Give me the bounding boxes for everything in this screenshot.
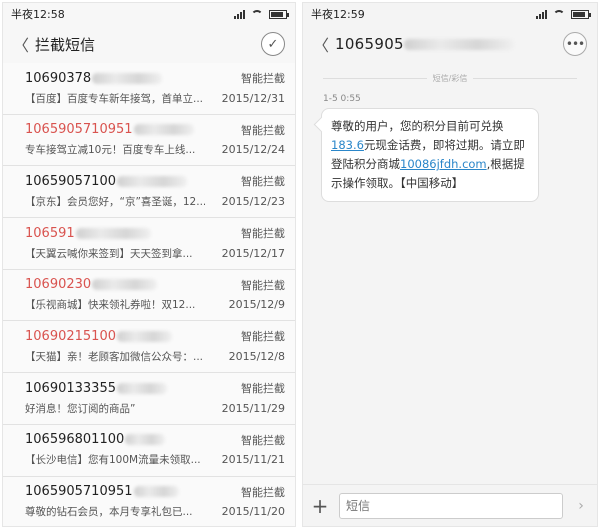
message-text-1: 尊敬的用户，您的积分目前可兑换 <box>331 119 504 133</box>
list-item[interactable]: 1065905710951 智能拦截专车接驾立减10元！百度专车上线... 2015… <box>3 114 295 167</box>
sender-number-text: 106596801100 <box>25 432 125 448</box>
sender-number: 10659057100 <box>25 174 187 189</box>
redacted-number <box>116 382 167 394</box>
message-preview: 【天猫】亲！老顾客加微信公众号：... <box>25 350 204 363</box>
signal-icon <box>536 9 547 19</box>
status-icons <box>536 9 591 19</box>
check-icon[interactable]: ✓ <box>261 32 285 56</box>
list-item[interactable]: 1065905710951 智能拦截尊敬的钻石会员，本月专享礼包已... 2015/… <box>3 476 295 526</box>
battery-icon <box>269 9 289 19</box>
message-date: 2015/12/17 <box>221 246 285 260</box>
sender-number: 106596801100 <box>25 432 166 448</box>
block-tag: 智能拦截 <box>241 278 285 292</box>
block-tag: 智能拦截 <box>241 330 285 344</box>
list-item[interactable]: 106591 智能拦截【天翼云喊你来签到】天天签到拿... 2015/12/17 <box>3 218 295 270</box>
battery-icon <box>571 9 591 19</box>
sender-number: 10690133355 <box>25 381 167 396</box>
conversation-title: 1065905 <box>335 35 563 53</box>
block-tag: 智能拦截 <box>241 485 285 499</box>
sms-mms-divider: 短信/彩信 <box>317 73 583 84</box>
block-tag: 智能拦截 <box>241 433 285 447</box>
status-time: 半夜12:59 <box>311 8 365 21</box>
list-item[interactable]: 10690378 智能拦截【百度】百度专车新年接驾，首单立... 2015/12/3… <box>3 63 295 115</box>
status-bar: 半夜12:59 <box>303 3 597 25</box>
back-arrow-icon[interactable]: 〈 <box>313 32 331 56</box>
sender-number-text: 106591 <box>25 225 75 241</box>
message-preview: 好消息！您订阅的商品” <box>25 402 136 415</box>
wifi-icon <box>553 9 565 19</box>
message-date: 2015/12/9 <box>228 298 285 312</box>
message-date: 2015/11/21 <box>221 453 285 467</box>
conversation-screen: 半夜12:59 〈 1065905 ••• 短信/彩信 1-5 0:55 尊敬的… <box>302 2 598 527</box>
list-item[interactable]: 10690230 智能拦截【乐视商城】快来领礼券啦！双12... 2015/12/9 <box>3 269 295 322</box>
sender-number: 1065905710951 <box>25 122 194 137</box>
wifi-icon <box>251 9 263 19</box>
message-preview: 尊敬的钻石会员，本月专享礼包已... <box>25 506 193 518</box>
amount-link[interactable]: 183.6 <box>331 138 364 152</box>
page-title: 拦截短信 <box>35 35 96 54</box>
sender-number-text: 10690133355 <box>25 380 116 396</box>
status-icons <box>234 9 289 19</box>
back-arrow-icon[interactable]: 〈 <box>13 32 31 56</box>
sender-number: 1065905 <box>335 35 404 53</box>
sender-number-text: 10690230 <box>25 277 92 293</box>
title-bar: 〈 1065905 ••• <box>303 25 597 63</box>
sender-number: 10690230 <box>25 277 158 293</box>
list-item[interactable]: 10659057100 智能拦截【京东】会员您好，“京”喜圣诞，12... 2015… <box>3 166 295 219</box>
message-preview: 【百度】百度专车新年接驾，首单立... <box>25 92 204 105</box>
block-tag: 智能拦截 <box>241 227 285 241</box>
redacted-number <box>133 124 194 136</box>
title-bar: 〈 拦截短信 ✓ <box>3 25 295 63</box>
sms-input[interactable] <box>339 492 563 519</box>
redacted-number <box>116 330 172 342</box>
message-date: 2015/12/23 <box>221 194 285 208</box>
message-preview: 【天翼云喊你来签到】天天签到拿... <box>25 247 193 260</box>
message-date: 2015/12/8 <box>228 349 285 363</box>
message-date: 2015/11/20 <box>221 505 285 518</box>
composer-bar: + › <box>303 484 597 526</box>
block-tag: 智能拦截 <box>241 175 285 189</box>
message-time: 1-5 0:55 <box>323 94 361 104</box>
list-item[interactable]: 10690133355 智能拦截好消息！您订阅的商品” 2015/11/29 <box>3 373 295 425</box>
redacted-number <box>116 175 187 187</box>
message-preview: 专车接驾立减10元！百度专车上线... <box>25 144 196 157</box>
sender-number-text: 10659057100 <box>25 173 116 189</box>
sender-number: 1065905710951 <box>25 484 179 499</box>
message-date: 2015/11/29 <box>221 401 285 415</box>
redacted-number <box>92 279 158 291</box>
message-date: 2015/12/24 <box>221 143 285 157</box>
sender-number-text: 10690215100 <box>25 328 116 344</box>
send-icon[interactable]: › <box>573 498 589 514</box>
sender-number: 106591 <box>25 226 151 241</box>
list-item[interactable]: 106596801100 智能拦截【长沙电信】您有100M流量未领取... 2015… <box>3 424 295 477</box>
message-preview: 【京东】会员您好，“京”喜圣诞，12... <box>25 195 205 208</box>
redacted-number <box>125 434 166 446</box>
sender-number: 10690378 <box>25 70 163 86</box>
status-time: 半夜12:58 <box>11 8 65 21</box>
redacted-number <box>133 486 179 497</box>
redacted-number <box>75 227 151 239</box>
redacted-number <box>92 72 163 84</box>
status-bar: 半夜12:58 <box>3 3 295 25</box>
block-tag: 智能拦截 <box>241 123 285 137</box>
sender-number: 10690215100 <box>25 329 172 344</box>
plus-icon[interactable]: + <box>311 494 329 518</box>
blocked-sms-list-screen: 半夜12:58 〈 拦截短信 ✓ 10690378 智能拦截 【百度】百度专车新年接… <box>2 2 296 527</box>
sender-number-text: 1065905710951 <box>25 122 133 138</box>
message-date: 2015/12/31 <box>221 91 285 105</box>
block-tag: 智能拦截 <box>241 72 285 85</box>
redacted-number <box>403 39 514 50</box>
signal-icon <box>234 9 245 19</box>
message-list: 10690378 智能拦截 【百度】百度专车新年接驾，首单立... 2015/12/3… <box>3 63 295 526</box>
url-link[interactable]: 10086jfdh.com <box>400 157 487 171</box>
more-icon[interactable]: ••• <box>563 32 587 56</box>
sender-number-text: 1065905710951 <box>25 484 133 499</box>
message-preview: 【长沙电信】您有100M流量未领取... <box>25 454 201 467</box>
sender-number-text: 10690378 <box>25 70 92 86</box>
block-tag: 智能拦截 <box>241 382 285 396</box>
list-item[interactable]: 10690215100 智能拦截【天猫】亲！老顾客加微信公众号：... 2015/1… <box>3 321 295 374</box>
message-preview: 【乐视商城】快来领礼券啦！双12... <box>25 299 196 312</box>
message-bubble: 尊敬的用户，您的积分目前可兑换183.6元现金话费，即将过期。请立即登陆积分商城… <box>321 108 539 202</box>
